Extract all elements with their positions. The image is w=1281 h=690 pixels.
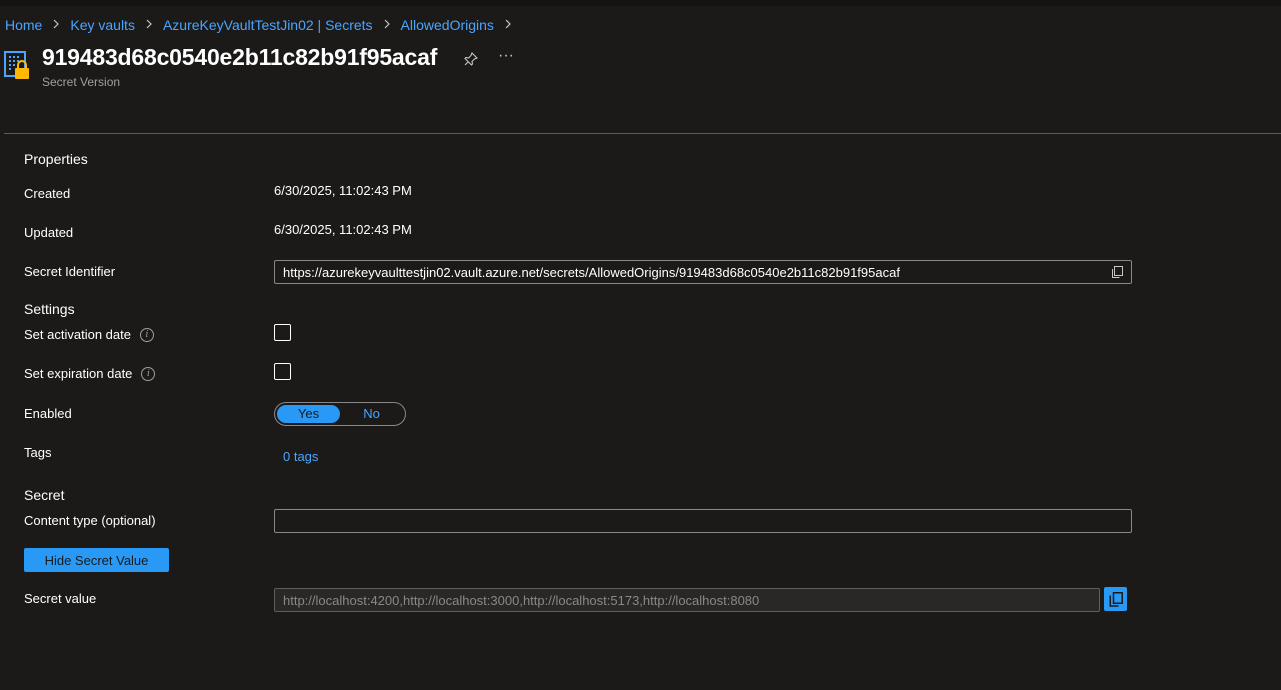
tags-label: Tags [24, 445, 52, 460]
breadcrumb-vault-secrets[interactable]: AzureKeyVaultTestJin02 | Secrets [163, 17, 373, 33]
copy-secret-value-button[interactable] [1104, 587, 1127, 611]
more-options-icon[interactable]: ··· [496, 46, 516, 66]
enabled-no-option[interactable]: No [340, 405, 403, 423]
header-divider [4, 133, 1281, 134]
created-label: Created [24, 186, 71, 201]
info-icon[interactable]: i [139, 327, 154, 342]
properties-section-title: Properties [24, 151, 88, 167]
enabled-yes-option[interactable]: Yes [277, 405, 340, 423]
secret-identifier-label: Secret Identifier [24, 264, 116, 279]
chevron-right-icon [383, 18, 391, 32]
breadcrumb-allowed-origins[interactable]: AllowedOrigins [401, 17, 494, 33]
content-type-input[interactable] [274, 509, 1132, 533]
breadcrumb: Home Key vaults AzureKeyVaultTestJin02 |… [5, 16, 522, 34]
secret-value-field[interactable]: http://localhost:4200,http://localhost:3… [274, 588, 1100, 612]
updated-value: 6/30/2025, 11:02:43 PM [274, 222, 412, 237]
chevron-right-icon [52, 18, 60, 32]
activation-date-checkbox[interactable] [274, 324, 291, 341]
activation-date-label: Set activation date i [24, 327, 154, 342]
page-title: 919483d68c0540e2b11c82b91f95acaf [42, 44, 438, 70]
page-subtitle: Secret Version [42, 75, 121, 89]
secret-identifier-value: https://azurekeyvaulttestjin02.vault.azu… [283, 264, 900, 280]
chevron-right-icon [504, 18, 512, 32]
breadcrumb-home[interactable]: Home [5, 17, 42, 33]
top-bar [0, 0, 1281, 6]
expiration-date-checkbox[interactable] [274, 363, 291, 380]
breadcrumb-key-vaults[interactable]: Key vaults [70, 17, 135, 33]
copy-icon[interactable] [1111, 266, 1123, 278]
settings-section-title: Settings [24, 301, 75, 317]
pin-icon[interactable] [462, 50, 480, 68]
expiration-date-label: Set expiration date i [24, 366, 156, 381]
secret-value-text: http://localhost:4200,http://localhost:3… [283, 592, 760, 608]
created-value: 6/30/2025, 11:02:43 PM [274, 183, 412, 198]
tags-link[interactable]: 0 tags [283, 449, 318, 464]
updated-label: Updated [24, 225, 74, 240]
page-header: 919483d68c0540e2b11c82b91f95acaf Secret … [4, 44, 604, 94]
info-icon[interactable]: i [141, 366, 156, 381]
enabled-toggle: Yes No [274, 402, 406, 426]
enabled-label: Enabled [24, 406, 72, 421]
expiration-date-text: Set expiration date [24, 366, 133, 381]
copy-icon [1109, 591, 1123, 607]
secret-value-label: Secret value [24, 591, 97, 606]
secret-identifier-field[interactable]: https://azurekeyvaulttestjin02.vault.azu… [274, 260, 1132, 284]
activation-date-text: Set activation date [24, 327, 131, 342]
chevron-right-icon [145, 18, 153, 32]
key-vault-secret-icon [4, 50, 34, 82]
hide-secret-value-button[interactable]: Hide Secret Value [24, 548, 169, 572]
content-type-label: Content type (optional) [24, 513, 156, 528]
secret-section-title: Secret [24, 487, 65, 503]
